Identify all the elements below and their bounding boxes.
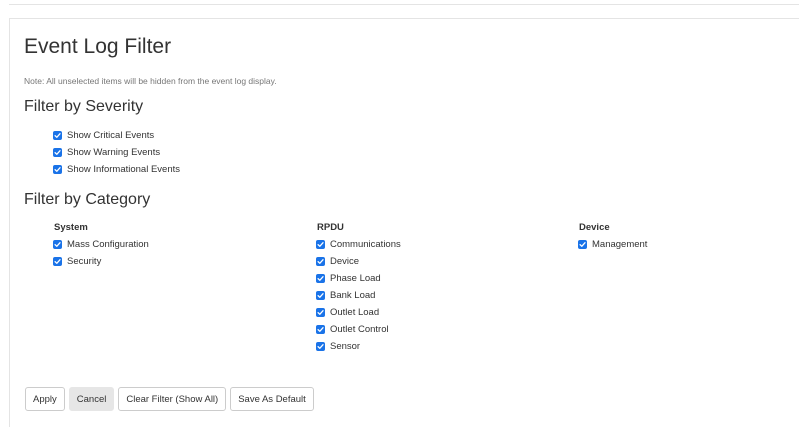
checkbox-outlet-load[interactable]: Outlet Load bbox=[316, 304, 401, 321]
checkmark-icon[interactable] bbox=[316, 274, 325, 283]
checkbox-outlet-control[interactable]: Outlet Control bbox=[316, 321, 401, 338]
checkmark-icon[interactable] bbox=[316, 308, 325, 317]
category-heading: Filter by Category bbox=[24, 191, 151, 208]
checkmark-icon[interactable] bbox=[53, 240, 62, 249]
action-buttons: Apply Cancel Clear Filter (Show All) Sav… bbox=[25, 387, 314, 411]
checkbox-security[interactable]: Security bbox=[53, 253, 149, 270]
checkbox-label: Outlet Control bbox=[330, 324, 389, 335]
category-column-title-rpdu: RPDU bbox=[317, 222, 344, 233]
checkmark-icon[interactable] bbox=[53, 148, 62, 157]
checkbox-phase-load[interactable]: Phase Load bbox=[316, 270, 401, 287]
checkbox-critical-events[interactable]: Show Critical Events bbox=[53, 127, 180, 144]
checkmark-icon[interactable] bbox=[316, 257, 325, 266]
system-checkbox-list: Mass Configuration Security bbox=[53, 236, 149, 270]
checkbox-label: Outlet Load bbox=[330, 307, 380, 318]
checkbox-warning-events[interactable]: Show Warning Events bbox=[53, 144, 180, 161]
checkbox-sensor[interactable]: Sensor bbox=[316, 338, 401, 355]
checkmark-icon[interactable] bbox=[316, 240, 325, 249]
device-checkbox-list: Management bbox=[578, 236, 647, 253]
checkmark-icon[interactable] bbox=[53, 165, 62, 174]
clear-filter-button[interactable]: Clear Filter (Show All) bbox=[118, 387, 227, 411]
apply-button[interactable]: Apply bbox=[25, 387, 65, 411]
top-divider bbox=[9, 0, 799, 5]
category-column-title-device: Device bbox=[579, 222, 610, 233]
checkbox-label: Show Informational Events bbox=[67, 164, 181, 175]
checkmark-icon[interactable] bbox=[53, 257, 62, 266]
checkmark-icon[interactable] bbox=[316, 325, 325, 334]
cancel-button[interactable]: Cancel bbox=[68, 387, 115, 411]
severity-checkbox-list: Show Critical Events Show Warning Events… bbox=[53, 127, 180, 178]
checkbox-management[interactable]: Management bbox=[578, 236, 647, 253]
checkmark-icon[interactable] bbox=[316, 291, 325, 300]
checkmark-icon[interactable] bbox=[578, 240, 587, 249]
filter-note: Note: All unselected items will be hidde… bbox=[24, 76, 277, 86]
checkbox-label: Show Warning Events bbox=[67, 147, 161, 158]
checkbox-label: Show Critical Events bbox=[67, 130, 155, 141]
checkbox-label: Bank Load bbox=[330, 290, 376, 301]
checkmark-icon[interactable] bbox=[316, 342, 325, 351]
rpdu-checkbox-list: Communications Device Phase Load Bank Lo… bbox=[316, 236, 401, 355]
page-title: Event Log Filter bbox=[24, 35, 172, 58]
category-column-title-system: System bbox=[54, 222, 88, 233]
checkbox-label: Phase Load bbox=[330, 273, 381, 284]
checkbox-label: Mass Configuration bbox=[67, 239, 149, 250]
checkbox-label: Device bbox=[330, 256, 360, 267]
checkbox-bank-load[interactable]: Bank Load bbox=[316, 287, 401, 304]
save-as-default-button[interactable]: Save As Default bbox=[230, 387, 314, 411]
checkbox-label: Communications bbox=[330, 239, 401, 250]
checkbox-communications[interactable]: Communications bbox=[316, 236, 401, 253]
event-log-filter-panel: Event Log Filter Note: All unselected it… bbox=[9, 18, 799, 427]
checkbox-label: Management bbox=[592, 239, 648, 250]
checkbox-device[interactable]: Device bbox=[316, 253, 401, 270]
checkbox-informational-events[interactable]: Show Informational Events bbox=[53, 161, 180, 178]
checkbox-label: Security bbox=[67, 256, 102, 267]
checkmark-icon[interactable] bbox=[53, 131, 62, 140]
checkbox-label: Sensor bbox=[330, 341, 361, 352]
checkbox-mass-configuration[interactable]: Mass Configuration bbox=[53, 236, 149, 253]
severity-heading: Filter by Severity bbox=[24, 98, 144, 115]
